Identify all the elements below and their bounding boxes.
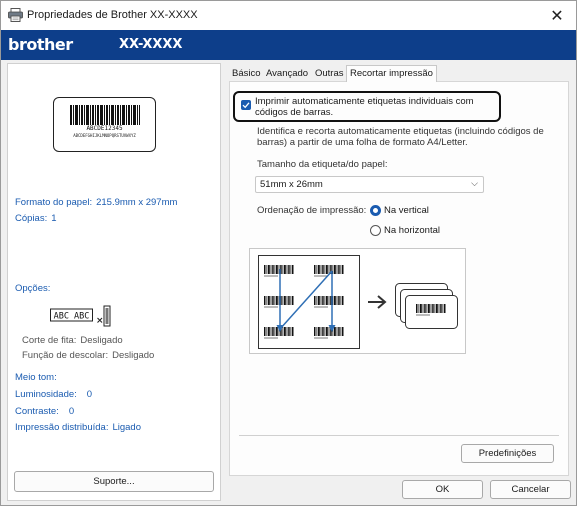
brother-logo: brother	[8, 35, 73, 54]
peel-function-value: Desligado	[112, 350, 155, 361]
tape-cut-label: Corte de fita:	[22, 335, 77, 346]
preview-subtext: ABCDEFGHIJKLMNOPQRSTUVWXYZ	[73, 133, 136, 138]
tab-basico[interactable]: Básico	[229, 67, 264, 82]
paper-format-info: Formato do papel: 215.9mm x 297mm	[15, 197, 177, 208]
label-size-value: 51mm x 26mm	[260, 179, 323, 190]
checkmark-icon	[242, 102, 250, 109]
properties-dialog: Propriedades de Brother XX-XXXX ✕ brothe…	[0, 0, 577, 506]
copies-label: Cópias:	[15, 213, 48, 224]
crop-illustration	[249, 248, 466, 354]
contrast-info: Contraste: 0	[15, 406, 74, 417]
window-title: Propriedades de Brother XX-XXXX	[27, 9, 198, 21]
tape-cut-info: Corte de fita: Desligado	[22, 335, 123, 346]
tape-cut-graphic-text: ABC ABC	[54, 312, 90, 322]
auto-crop-label[interactable]: Imprimir automaticamente etiquetas indiv…	[255, 96, 495, 118]
divider	[239, 435, 559, 436]
paper-format-value: 215.9mm x 297mm	[96, 197, 178, 208]
printer-icon	[8, 8, 23, 22]
copies-value: 1	[51, 213, 57, 224]
paper-format-label: Formato do papel:	[15, 197, 93, 208]
auto-crop-checkbox[interactable]	[241, 100, 251, 110]
auto-crop-description: Identifica e recorta automaticamente eti…	[257, 126, 544, 148]
contrast-value: 0	[68, 406, 75, 417]
summary-pane: ABCDE12345 ABCDEFGHIJKLMNOPQRSTUVWXYZ Fo…	[7, 63, 221, 501]
peel-function-info: Função de descolar: Desligado	[22, 350, 154, 361]
title-bar: Propriedades de Brother XX-XXXX ✕	[1, 1, 576, 30]
radio-vertical[interactable]	[370, 205, 381, 216]
defaults-button[interactable]: Predefinições	[461, 444, 554, 463]
model-name: XX-XXXX	[119, 37, 183, 52]
label-size-label: Tamanho da etiqueta/do papel:	[257, 159, 388, 170]
brightness-value: 0	[86, 389, 93, 400]
print-order-label: Ordenação de impressão:	[257, 205, 367, 216]
brightness-info: Luminosidade: 0	[15, 389, 92, 400]
tab-outras[interactable]: Outras	[312, 67, 347, 82]
brightness-label: Luminosidade:	[15, 389, 77, 400]
halftone-info: Meio tom:	[15, 372, 57, 383]
distributed-print-value: Ligado	[112, 422, 141, 433]
tab-avancado[interactable]: Avançado	[263, 67, 311, 82]
options-label: Opções:	[15, 283, 51, 294]
radio-horizontal-label[interactable]: Na horizontal	[384, 225, 440, 236]
svg-text:×: ×	[96, 316, 104, 326]
close-icon: ✕	[550, 7, 564, 25]
halftone-label: Meio tom:	[15, 372, 57, 383]
tape-cut-graphic: ABC ABC ×	[50, 305, 111, 327]
copies-info: Cópias: 1	[15, 213, 57, 224]
ok-button[interactable]: OK	[402, 480, 483, 499]
label-preview: ABCDE12345 ABCDEFGHIJKLMNOPQRSTUVWXYZ	[53, 97, 156, 152]
barcode-image	[70, 105, 140, 125]
brand-bar: brother XX-XXXX	[1, 30, 576, 60]
radio-vertical-label[interactable]: Na vertical	[384, 205, 429, 216]
tab-recortar-impressao[interactable]: Recortar impressão	[346, 65, 437, 82]
tape-cut-value: Desligado	[80, 335, 123, 346]
chevron-down-icon: ⌵	[471, 178, 478, 188]
peel-function-label: Função de descolar:	[22, 350, 109, 361]
contrast-label: Contraste:	[15, 406, 59, 417]
distributed-print-info: Impressão distribuída: Ligado	[15, 422, 141, 433]
close-button[interactable]: ✕	[538, 1, 576, 30]
crop-illustration-graphic	[258, 255, 458, 349]
cancel-button[interactable]: Cancelar	[490, 480, 571, 499]
radio-horizontal[interactable]	[370, 225, 381, 236]
distributed-print-label: Impressão distribuída:	[15, 422, 109, 433]
support-button[interactable]: Suporte...	[14, 471, 214, 492]
preview-code-text: ABCDE12345	[86, 125, 123, 132]
label-size-select[interactable]: 51mm x 26mm ⌵	[255, 176, 484, 193]
